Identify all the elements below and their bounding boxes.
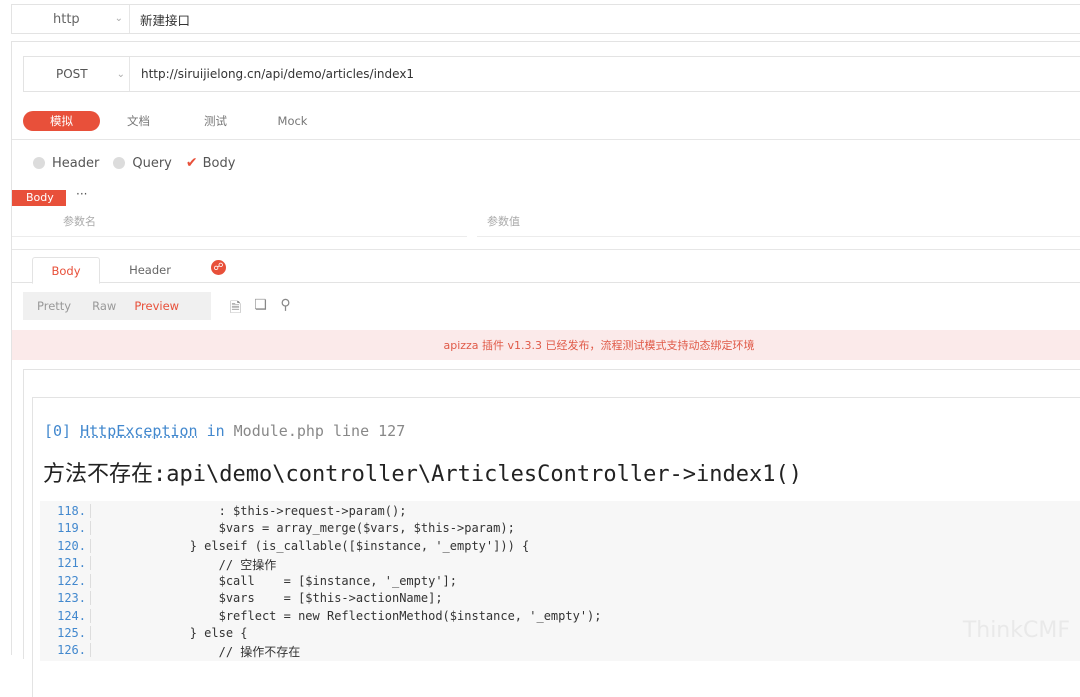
protocol-label: http <box>53 11 80 27</box>
tab-docs[interactable]: 文档 <box>100 113 177 129</box>
in-keyword: in <box>206 422 225 440</box>
exception-box: [0] HttpException in Module.php line 127… <box>32 397 1080 697</box>
url-input[interactable]: http://siruijielong.cn/api/demo/articles… <box>130 57 414 91</box>
divider <box>12 139 1080 140</box>
radio-dot-icon <box>113 157 126 169</box>
tab-raw[interactable]: Raw <box>92 299 116 313</box>
link-icon[interactable]: ☍ <box>211 260 226 275</box>
tab-test[interactable]: 测试 <box>177 113 254 129</box>
radio-label: Header <box>52 155 100 171</box>
line-number: 122. <box>40 574 91 588</box>
more-icon[interactable]: ··· <box>76 187 87 201</box>
code-line: } else { <box>103 626 248 640</box>
exception-index: [0] <box>44 422 72 440</box>
copy-icon[interactable]: ❏ <box>252 297 269 314</box>
radio-header[interactable]: Header <box>33 156 99 171</box>
line-number: 124. <box>40 609 91 623</box>
url-bar: POST ⌄ http://siruijielong.cn/api/demo/a… <box>23 56 1080 92</box>
line-number: 118. <box>40 504 91 518</box>
protocol-select[interactable]: http ⌄ <box>12 5 130 33</box>
radio-body[interactable]: ✔ Body <box>186 155 236 171</box>
checkmark-icon: ✔ <box>185 155 198 171</box>
tab-response-header[interactable]: Header <box>116 257 184 283</box>
exception-header: [0] HttpException in Module.php line 127 <box>44 422 405 440</box>
exception-line: 127 <box>378 422 406 440</box>
code-line: // 操作不存在 <box>103 645 301 659</box>
body-badge: Body <box>12 190 66 206</box>
protocol-bar: http ⌄ 新建接口 <box>11 4 1080 34</box>
tab-pretty[interactable]: Pretty <box>37 299 71 313</box>
param-type-group: Header Query ✔ Body <box>33 153 249 173</box>
notice-banner: apizza 插件 v1.3.3 已经发布，流程测试模式支持动态绑定环境 <box>12 330 1080 360</box>
param-table-header: 参数名 参数值 <box>12 205 1080 237</box>
chevron-down-icon: ⌄ <box>116 69 125 80</box>
radio-label: Body <box>202 155 236 171</box>
exception-file: Module.php <box>233 422 324 440</box>
code-line: : $this->request->param(); <box>103 504 407 518</box>
app-frame: http ⌄ 新建接口 POST ⌄ http://siruijielong.c… <box>0 0 1080 697</box>
method-label: POST <box>56 67 88 81</box>
code-line: // 空操作 <box>103 558 277 572</box>
code-line: $vars = array_merge($vars, $this->param)… <box>103 521 515 535</box>
chevron-down-icon: ⌄ <box>114 13 123 24</box>
line-keyword: line <box>333 422 370 440</box>
link-icon[interactable]: ⚲ <box>277 297 294 314</box>
line-number: 120. <box>40 539 91 553</box>
code-line: $reflect = new ReflectionMethod($instanc… <box>103 609 602 623</box>
source-code: 118. : $this->request->param(); 119. $va… <box>40 501 1080 661</box>
line-number: 125. <box>40 626 91 640</box>
exception-message: 方法不存在:api\demo\controller\ArticlesContro… <box>43 462 803 487</box>
param-value-input[interactable]: 参数值 <box>477 205 1080 237</box>
code-line: $vars = [$this->actionName]; <box>103 591 443 605</box>
code-line: } elseif (is_callable([$instance, '_empt… <box>103 539 530 553</box>
tab-mock[interactable]: Mock <box>254 114 331 128</box>
divider <box>12 249 1080 250</box>
watermark: ThinkCMF <box>962 618 1070 643</box>
tab-response-body[interactable]: Body <box>32 257 100 284</box>
line-number: 119. <box>40 521 91 535</box>
exception-class[interactable]: HttpException <box>80 422 197 440</box>
search-doc-icon[interactable]: 🗎 <box>227 297 244 316</box>
response-tools: 🗎 ❏ ⚲ <box>227 297 302 316</box>
radio-query[interactable]: Query <box>113 156 172 171</box>
tab-simulate[interactable]: 模拟 <box>23 111 100 131</box>
method-select[interactable]: POST ⌄ <box>24 57 130 91</box>
response-tabs: Body Header ☍ <box>12 257 1080 284</box>
line-number: 123. <box>40 591 91 605</box>
radio-label: Query <box>132 155 172 171</box>
line-number: 121. <box>40 556 91 570</box>
api-name-field[interactable]: 新建接口 <box>130 5 190 33</box>
param-name-input[interactable]: 参数名 <box>12 205 467 237</box>
tab-preview[interactable]: Preview <box>134 299 179 313</box>
view-mode-bar: Pretty Raw Preview <box>23 292 211 320</box>
mode-tabs: 模拟 文档 测试 Mock <box>23 109 331 133</box>
radio-dot-icon <box>33 157 45 169</box>
code-line: $call = [$instance, '_empty']; <box>103 574 458 588</box>
preview-pane: [0] HttpException in Module.php line 127… <box>23 369 1080 697</box>
request-panel: POST ⌄ http://siruijielong.cn/api/demo/a… <box>11 41 1080 697</box>
